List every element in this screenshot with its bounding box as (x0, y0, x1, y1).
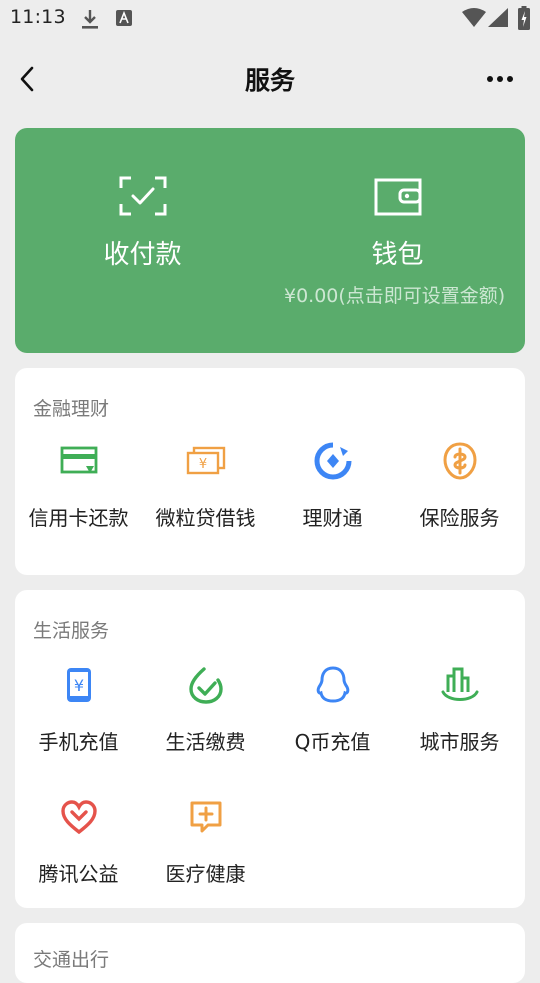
charity-icon (60, 800, 97, 835)
collect-pay-label: 收付款 (103, 240, 182, 270)
nav-bar: 服务 (0, 50, 540, 108)
grid-label: Q币充值 (294, 730, 371, 754)
app-notification-icon (116, 10, 132, 30)
phone-recharge-button[interactable]: ¥ 手机充值 (15, 664, 142, 755)
wifi-icon (462, 8, 486, 32)
status-time: 11:13 (10, 6, 66, 28)
grid-label: 理财通 (302, 506, 363, 530)
credit-card-icon (60, 446, 97, 474)
utility-payment-icon (188, 667, 223, 704)
grid-label: 生活缴费 (165, 730, 246, 754)
grid-label: 微粒贷借钱 (155, 506, 256, 530)
pay-card: 收付款 钱包 ¥0.00(点击即可设置金额) (15, 128, 525, 353)
more-options-button[interactable] (480, 62, 520, 96)
wallet-button[interactable]: 钱包 ¥0.00(点击即可设置金额) (270, 128, 525, 353)
insurance-service-button[interactable]: 保险服务 (396, 440, 523, 531)
scan-pay-icon (119, 176, 166, 216)
wallet-label: 钱包 (371, 240, 424, 270)
grid-label: 保险服务 (419, 506, 500, 530)
medical-health-button[interactable]: 医疗健康 (142, 796, 269, 887)
tencent-charity-button[interactable]: 腾讯公益 (15, 796, 142, 887)
grid-label: 医疗健康 (165, 862, 246, 886)
medical-icon (190, 801, 221, 833)
weilidai-loan-button[interactable]: ¥ 微粒贷借钱 (142, 440, 269, 531)
grid-label: 腾讯公益 (38, 862, 119, 886)
more-icon (487, 76, 513, 82)
battery-icon (518, 6, 530, 34)
phone-recharge-icon: ¥ (66, 668, 91, 702)
grid-label: 信用卡还款 (28, 506, 129, 530)
qcoin-recharge-button[interactable]: Q币充值 (269, 664, 396, 755)
grid-label: 手机充值 (38, 730, 119, 754)
download-icon (80, 8, 100, 34)
qq-coin-icon (316, 666, 349, 703)
licaitong-button[interactable]: 理财通 (269, 440, 396, 531)
section-title-finance: 金融理财 (33, 398, 110, 420)
city-service-icon (441, 667, 478, 701)
wallet-icon (374, 178, 421, 216)
utility-payment-button[interactable]: 生活缴费 (142, 664, 269, 755)
wallet-balance: ¥0.00(点击即可设置金额) (284, 285, 506, 307)
status-bar: 11:13 (0, 0, 540, 38)
grid-label: 城市服务 (419, 730, 500, 754)
city-service-button[interactable]: 城市服务 (396, 664, 523, 755)
credit-card-repay-button[interactable]: 信用卡还款 (15, 440, 142, 531)
loan-icon: ¥ (186, 446, 225, 475)
wealth-icon (314, 442, 351, 480)
finance-section: 金融理财 信用卡还款 ¥ 微粒贷借钱 理财通 保险服务 (15, 368, 525, 575)
section-title-transport: 交通出行 (33, 949, 110, 971)
svg-text:¥: ¥ (73, 676, 83, 695)
insurance-icon (442, 442, 477, 480)
section-title-life: 生活服务 (33, 620, 110, 642)
signal-icon (488, 8, 508, 32)
svg-text:¥: ¥ (198, 457, 206, 472)
transport-section: 交通出行 (15, 923, 525, 983)
life-service-section: 生活服务 ¥ 手机充值 生活缴费 Q币充值 城市服务 腾讯公益 医疗健康 (15, 590, 525, 908)
page-title: 服务 (244, 66, 295, 95)
collect-pay-button[interactable]: 收付款 (15, 128, 270, 353)
